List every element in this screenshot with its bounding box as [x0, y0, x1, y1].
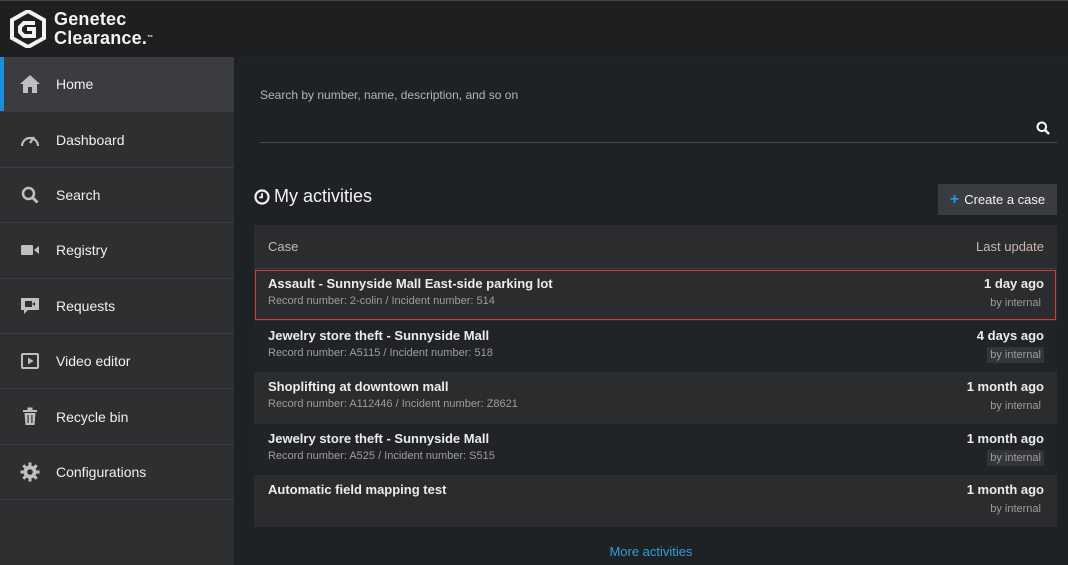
request-icon [19, 295, 41, 317]
case-title: Shoplifting at downtown mall [268, 379, 449, 395]
case-title: Jewelry store theft - Sunnyside Mall [268, 327, 490, 343]
table-row[interactable]: Shoplifting at downtown mall Record numb… [254, 372, 1057, 424]
main-content: Search by number, name, description, and… [234, 57, 1068, 565]
column-header-last-update[interactable]: Last update [976, 239, 1044, 254]
sidebar-item-label: Dashboard [56, 131, 125, 148]
sidebar: Home Dashboard Search Registry Requests … [0, 57, 234, 565]
sidebar-item-label: Video editor [56, 353, 131, 370]
updated-by: by internal [990, 400, 1041, 413]
case-record-info: Record number: 2-colin / Incident number… [268, 295, 495, 307]
sidebar-item-label: Requests [56, 297, 116, 314]
search-input[interactable]: Search by number, name, description, and… [260, 88, 518, 102]
activities-table: Case Last update Assault - Sunnyside Mal… [254, 225, 1057, 527]
page-title: My activities [274, 186, 373, 206]
last-update-time: 1 day ago [984, 276, 1044, 291]
search-icon [19, 184, 41, 206]
sidebar-item-label: Recycle bin [56, 408, 129, 425]
table-row[interactable]: Automatic field mapping test 1 month ago… [254, 475, 1057, 527]
updated-by: by internal [990, 503, 1041, 516]
case-title: Jewelry store theft - Sunnyside Mall [268, 430, 490, 446]
sidebar-item-requests[interactable]: Requests [0, 279, 234, 334]
brand-line-2: Clearance. [54, 28, 148, 48]
sidebar-item-search[interactable]: Search [0, 168, 234, 224]
sidebar-item-label: Home [56, 76, 94, 93]
gauge-icon [19, 129, 41, 151]
trademark-mark: ™ [147, 35, 154, 41]
last-update-time: 4 days ago [976, 327, 1044, 343]
last-update-time: 1 month ago [966, 379, 1044, 395]
gear-icon [19, 461, 41, 483]
camera-icon [19, 239, 41, 261]
updated-by: by internal [987, 449, 1044, 466]
create-case-button[interactable]: + Create a case [938, 184, 1057, 215]
last-update-time: 1 month ago [966, 430, 1044, 446]
case-title: Assault - Sunnyside Mall East-side parki… [268, 276, 553, 291]
sidebar-item-label: Configurations [56, 463, 147, 480]
updated-by: by internal [987, 346, 1044, 363]
column-header-case[interactable]: Case [268, 239, 298, 254]
more-activities-link[interactable]: More activities [234, 544, 1068, 559]
table-row[interactable]: Jewelry store theft - Sunnyside Mall Rec… [254, 320, 1057, 373]
case-record-info: Record number: A112446 / Incident number… [268, 398, 518, 411]
sidebar-item-dashboard[interactable]: Dashboard [0, 112, 234, 168]
search-underline [260, 142, 1057, 143]
sidebar-item-label: Registry [56, 242, 108, 259]
trash-icon [19, 406, 41, 428]
table-header: Case Last update [254, 225, 1057, 269]
sidebar-item-video-editor[interactable]: Video editor [0, 334, 234, 390]
sidebar-item-registry[interactable]: Registry [0, 223, 234, 279]
genetec-logo-icon [10, 10, 46, 48]
case-title: Automatic field mapping test [268, 482, 447, 498]
my-activities-heading: My activities [254, 186, 372, 207]
home-icon [19, 73, 41, 95]
table-row[interactable]: Jewelry store theft - Sunnyside Mall Rec… [254, 423, 1057, 476]
sidebar-item-home[interactable]: Home [0, 57, 234, 113]
plus-icon: + [949, 190, 960, 208]
genetec-logo[interactable]: Genetec Clearance.™ [10, 10, 153, 48]
video-editor-icon [19, 350, 41, 372]
brand-name: Genetec Clearance.™ [54, 10, 153, 48]
sidebar-item-label: Search [56, 186, 101, 203]
updated-by: by internal [990, 297, 1041, 309]
top-bar: Genetec Clearance.™ [0, 0, 1068, 57]
clock-icon [254, 188, 270, 205]
sidebar-item-configurations[interactable]: Configurations [0, 445, 234, 501]
last-update-time: 1 month ago [966, 482, 1044, 498]
case-record-info: Record number: A525 / Incident number: S… [268, 449, 495, 462]
sidebar-item-recycle-bin[interactable]: Recycle bin [0, 389, 234, 445]
case-record-info: Record number: A5115 / Incident number: … [268, 346, 493, 359]
search-icon[interactable] [1036, 121, 1050, 135]
table-row[interactable]: Assault - Sunnyside Mall East-side parki… [254, 269, 1057, 321]
create-case-label: Create a case [964, 192, 1046, 207]
brand-line-1: Genetec [54, 9, 127, 29]
